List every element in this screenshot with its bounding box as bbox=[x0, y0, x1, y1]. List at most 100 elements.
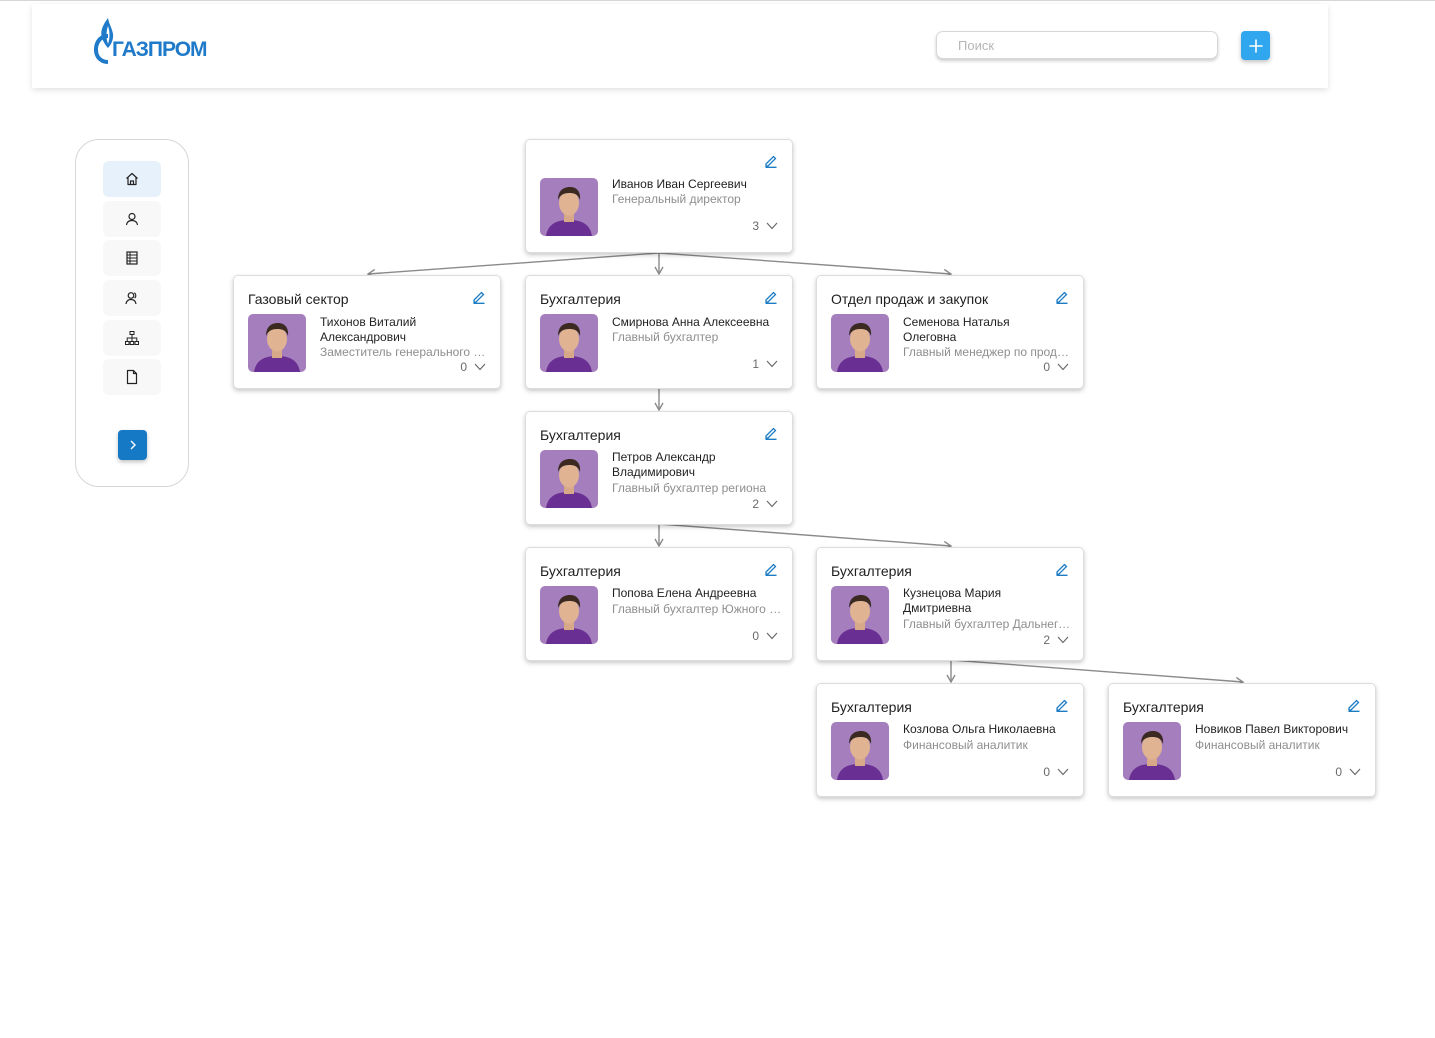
employee-name: Козлова Ольга Николаевна bbox=[903, 722, 1056, 736]
subordinates-toggle[interactable]: 2 bbox=[1043, 633, 1069, 647]
org-card[interactable]: Отдел продаж и закупок Семенова Наталья … bbox=[816, 275, 1084, 389]
top-border-line bbox=[0, 0, 1435, 1]
edit-icon[interactable] bbox=[764, 154, 778, 168]
employee-name: Смирнова Анна Алексеевна bbox=[612, 315, 770, 329]
subordinates-count: 0 bbox=[1043, 765, 1050, 779]
org-chart-icon bbox=[125, 331, 139, 345]
subordinates-count: 1 bbox=[752, 357, 759, 371]
sidebar-nav bbox=[75, 139, 189, 487]
sidebar-expand-button[interactable] bbox=[118, 430, 147, 460]
edit-icon[interactable] bbox=[1055, 698, 1069, 712]
avatar bbox=[248, 314, 306, 372]
avatar bbox=[831, 722, 889, 780]
user-icon bbox=[125, 212, 139, 226]
card-department: Отдел продаж и закупок bbox=[831, 291, 989, 307]
sidebar-item-ledger[interactable] bbox=[103, 240, 161, 276]
employee-role: Финансовый аналитик bbox=[1195, 738, 1320, 752]
subordinates-count: 2 bbox=[752, 497, 759, 511]
org-card-root[interactable]: Иванов Иван Сергеевич Генеральный директ… bbox=[525, 139, 793, 253]
connector-line bbox=[950, 659, 1245, 687]
card-department: Бухгалтерия bbox=[540, 563, 621, 579]
subordinates-toggle[interactable]: 0 bbox=[752, 629, 778, 643]
subordinates-count: 3 bbox=[752, 219, 759, 233]
edit-icon[interactable] bbox=[1055, 290, 1069, 304]
add-button[interactable] bbox=[1241, 31, 1270, 60]
subordinates-count: 0 bbox=[1335, 765, 1342, 779]
chevron-down-icon bbox=[1349, 768, 1361, 776]
org-card[interactable]: Газовый сектор Тихонов Виталий Александр… bbox=[233, 275, 501, 389]
subordinates-toggle[interactable]: 2 bbox=[752, 497, 778, 511]
card-department: Бухгалтерия bbox=[540, 291, 621, 307]
chevron-down-icon bbox=[1057, 636, 1069, 644]
subordinates-toggle[interactable]: 0 bbox=[1043, 765, 1069, 779]
chevron-down-icon bbox=[766, 222, 778, 230]
chevron-down-icon bbox=[766, 500, 778, 508]
avatar bbox=[1123, 722, 1181, 780]
employee-name: Петров Александр Владимирович bbox=[612, 450, 716, 479]
plus-icon bbox=[1248, 38, 1263, 53]
avatar bbox=[831, 586, 889, 644]
edit-icon[interactable] bbox=[764, 290, 778, 304]
employee-role: Главный бухгалтер региона bbox=[612, 481, 767, 495]
sidebar-item-profile[interactable] bbox=[103, 201, 161, 237]
connector-line bbox=[658, 252, 953, 279]
card-department: Бухгалтерия bbox=[1123, 699, 1204, 715]
ledger-icon bbox=[126, 251, 138, 265]
employee-name: Семенова Наталья Олеговна bbox=[903, 315, 1010, 344]
sidebar-item-home[interactable] bbox=[103, 161, 161, 197]
card-department: Бухгалтерия bbox=[540, 427, 621, 443]
card-department: Газовый сектор bbox=[248, 291, 349, 307]
gazprom-logo[interactable]: ГАЗПРОМ bbox=[88, 16, 208, 64]
avatar bbox=[831, 314, 889, 372]
sidebar-item-documents[interactable] bbox=[103, 359, 161, 395]
chevron-down-icon bbox=[474, 363, 486, 371]
subordinates-count: 0 bbox=[1043, 360, 1050, 374]
app-header: ГАЗПРОМ bbox=[32, 4, 1328, 88]
sidebar-item-team[interactable] bbox=[103, 280, 161, 316]
org-card[interactable]: Бухгалтерия Попова Елена Андреевна Главн… bbox=[525, 547, 793, 661]
card-department: Бухгалтерия bbox=[831, 699, 912, 715]
avatar bbox=[540, 314, 598, 372]
home-icon bbox=[126, 172, 138, 186]
card-department: Бухгалтерия bbox=[831, 563, 912, 579]
employee-role: Заместитель генерального директора bbox=[320, 345, 490, 359]
avatar bbox=[540, 586, 598, 644]
edit-icon[interactable] bbox=[472, 290, 486, 304]
org-card[interactable]: Бухгалтерия Кузнецова Мария Дмитриевна Г… bbox=[816, 547, 1084, 661]
edit-icon[interactable] bbox=[764, 562, 778, 576]
search-input[interactable] bbox=[936, 31, 1218, 59]
subordinates-count: 2 bbox=[1043, 633, 1050, 647]
chevron-down-icon bbox=[1057, 768, 1069, 776]
connector-line bbox=[366, 252, 660, 279]
subordinates-toggle[interactable]: 3 bbox=[752, 219, 778, 233]
chevron-right-icon bbox=[130, 440, 136, 450]
employee-role: Главный бухгалтер Южного региона bbox=[612, 602, 782, 616]
subordinates-toggle[interactable]: 0 bbox=[1043, 360, 1069, 374]
employee-name: Кузнецова Мария Дмитриевна bbox=[903, 586, 1002, 615]
org-card[interactable]: Бухгалтерия Козлова Ольга Николаевна Фин… bbox=[816, 683, 1084, 797]
org-card[interactable]: Бухгалтерия Новиков Павел Викторович Фин… bbox=[1108, 683, 1376, 797]
chevron-down-icon bbox=[1057, 363, 1069, 371]
employee-role: Главный менеджер по продажам bbox=[903, 345, 1073, 359]
employee-role: Генеральный директор bbox=[612, 192, 741, 206]
org-card[interactable]: Бухгалтерия Петров Александр Владимирови… bbox=[525, 411, 793, 525]
org-card[interactable]: Бухгалтерия Смирнова Анна Алексеевна Гла… bbox=[525, 275, 793, 389]
subordinates-toggle[interactable]: 0 bbox=[460, 360, 486, 374]
avatar bbox=[540, 450, 598, 508]
subordinates-count: 0 bbox=[460, 360, 467, 374]
avatar bbox=[540, 178, 598, 236]
users-icon bbox=[125, 292, 137, 305]
employee-name: Новиков Павел Викторович bbox=[1195, 722, 1349, 736]
employee-role: Главный бухгалтер bbox=[612, 330, 719, 344]
subordinates-toggle[interactable]: 1 bbox=[752, 357, 778, 371]
edit-icon[interactable] bbox=[1055, 562, 1069, 576]
employee-role: Финансовый аналитик bbox=[903, 738, 1028, 752]
connector-line bbox=[658, 523, 953, 551]
edit-icon[interactable] bbox=[1347, 698, 1361, 712]
document-icon bbox=[126, 369, 138, 385]
logo-text: ГАЗПРОМ bbox=[112, 38, 208, 61]
sidebar-item-structure[interactable] bbox=[103, 320, 161, 356]
edit-icon[interactable] bbox=[764, 426, 778, 440]
employee-role: Главный бухгалтер Дальнего Востока bbox=[903, 617, 1073, 631]
subordinates-toggle[interactable]: 0 bbox=[1335, 765, 1361, 779]
